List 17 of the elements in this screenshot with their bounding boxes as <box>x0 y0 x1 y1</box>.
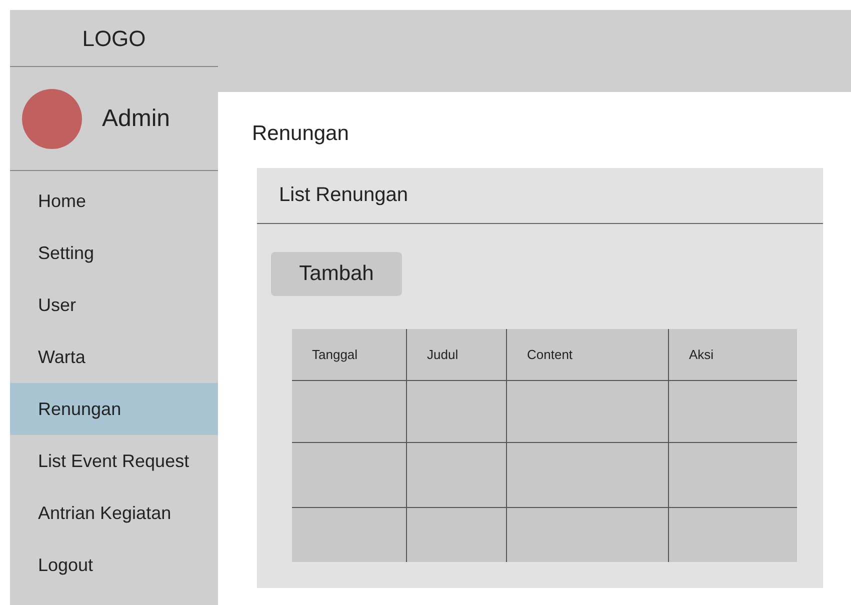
column-header: Tanggal <box>311 346 359 364</box>
menu-item[interactable]: Setting <box>10 227 218 279</box>
user-name: Admin <box>102 104 170 134</box>
menu-item[interactable]: List Event Request <box>10 435 218 487</box>
logo: LOGO <box>82 24 146 52</box>
menu-item[interactable]: Warta <box>10 331 218 383</box>
column-header: Content <box>506 328 668 380</box>
panel-title: List Renungan <box>279 183 408 208</box>
column-header: Aksi <box>668 328 797 380</box>
menu-item[interactable]: Antrian Kegiatan <box>10 487 218 539</box>
menu-item[interactable]: Home <box>10 175 218 227</box>
column-header: Judul <box>406 328 506 380</box>
menu-item[interactable]: Logout <box>10 539 218 591</box>
menu-item[interactable]: Renungan <box>10 383 218 435</box>
page-title: Renungan <box>252 122 349 145</box>
add-button[interactable]: Tambah <box>271 252 402 296</box>
menu-item[interactable]: User <box>10 279 218 331</box>
